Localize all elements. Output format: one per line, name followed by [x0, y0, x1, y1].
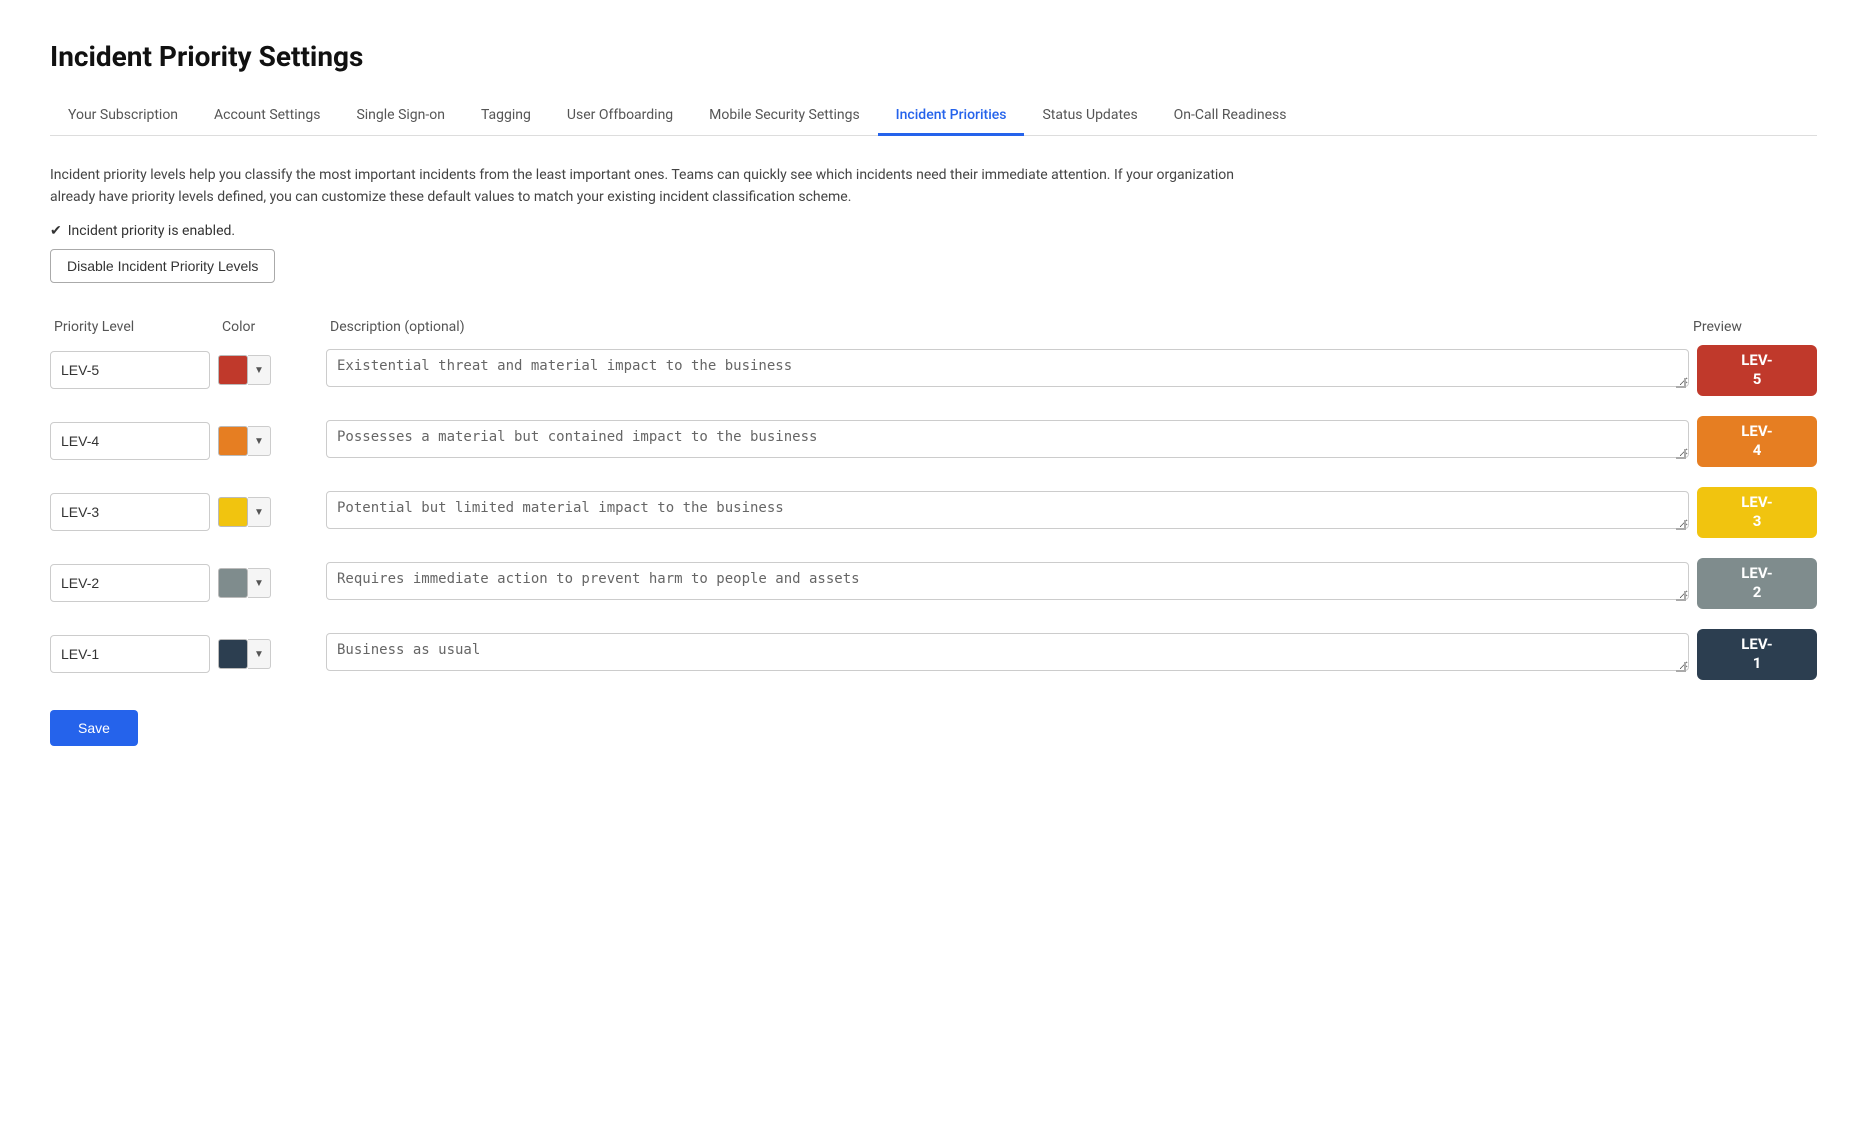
level-input-lev5[interactable] [50, 351, 210, 389]
color-selector-lev3: ▼ [218, 497, 318, 527]
priority-row-lev4: ▼ LEV-4 [50, 416, 1817, 467]
description-input-lev3[interactable] [326, 491, 1689, 529]
col-header-preview: Preview [1693, 319, 1813, 335]
preview-badge-lev5: LEV-5 [1697, 345, 1817, 396]
description-input-lev5[interactable] [326, 349, 1689, 387]
preview-badge-lev1: LEV-1 [1697, 629, 1817, 680]
description-wrapper-lev3 [326, 491, 1689, 533]
col-header-priority: Priority Level [54, 319, 214, 335]
description-input-lev4[interactable] [326, 420, 1689, 458]
color-selector-lev5: ▼ [218, 355, 318, 385]
tab-tagging[interactable]: Tagging [463, 97, 549, 136]
level-input-lev4[interactable] [50, 422, 210, 460]
priority-row-lev1: ▼ LEV-1 [50, 629, 1817, 680]
col-header-description: Description (optional) [330, 319, 1685, 335]
tab-mobile-security-settings[interactable]: Mobile Security Settings [691, 97, 878, 136]
preview-badge-lev4: LEV-4 [1697, 416, 1817, 467]
color-box-lev3[interactable] [218, 497, 248, 527]
description-wrapper-lev4 [326, 420, 1689, 462]
color-selector-lev4: ▼ [218, 426, 318, 456]
save-button[interactable]: Save [50, 710, 138, 746]
priority-row-lev3: ▼ LEV-3 [50, 487, 1817, 538]
description-wrapper-lev5 [326, 349, 1689, 391]
priority-row-lev5: ▼ LEV-5 [50, 345, 1817, 396]
color-box-lev4[interactable] [218, 426, 248, 456]
color-dropdown-lev3[interactable]: ▼ [248, 497, 271, 527]
page-container: Incident Priority Settings Your Subscrip… [0, 0, 1867, 1138]
color-box-lev5[interactable] [218, 355, 248, 385]
enabled-status: ✔ Incident priority is enabled. [50, 223, 1817, 239]
color-box-lev2[interactable] [218, 568, 248, 598]
color-dropdown-lev5[interactable]: ▼ [248, 355, 271, 385]
level-input-lev1[interactable] [50, 635, 210, 673]
color-selector-lev2: ▼ [218, 568, 318, 598]
preview-badge-lev3: LEV-3 [1697, 487, 1817, 538]
priority-rows-container: ▼ LEV-5 ▼ LEV-4 ▼ LEV-3 ▼ LEV-2 ▼ LEV-1 [50, 345, 1817, 680]
tab-your-subscription[interactable]: Your Subscription [50, 97, 196, 136]
color-dropdown-lev2[interactable]: ▼ [248, 568, 271, 598]
table-header: Priority Level Color Description (option… [50, 319, 1817, 335]
tab-on-call-readiness[interactable]: On-Call Readiness [1156, 97, 1305, 136]
priority-row-lev2: ▼ LEV-2 [50, 558, 1817, 609]
tab-account-settings[interactable]: Account Settings [196, 97, 338, 136]
preview-badge-lev2: LEV-2 [1697, 558, 1817, 609]
tab-user-offboarding[interactable]: User Offboarding [549, 97, 691, 136]
enabled-label: Incident priority is enabled. [68, 223, 235, 239]
description-input-lev2[interactable] [326, 562, 1689, 600]
description-text: Incident priority levels help you classi… [50, 164, 1250, 209]
description-wrapper-lev2 [326, 562, 1689, 604]
check-icon: ✔ [50, 223, 62, 239]
page-title: Incident Priority Settings [50, 40, 1817, 73]
tab-single-sign-on[interactable]: Single Sign-on [338, 97, 463, 136]
color-dropdown-lev4[interactable]: ▼ [248, 426, 271, 456]
color-selector-lev1: ▼ [218, 639, 318, 669]
nav-tabs: Your SubscriptionAccount SettingsSingle … [50, 97, 1817, 136]
description-input-lev1[interactable] [326, 633, 1689, 671]
color-box-lev1[interactable] [218, 639, 248, 669]
level-input-lev3[interactable] [50, 493, 210, 531]
color-dropdown-lev1[interactable]: ▼ [248, 639, 271, 669]
disable-button[interactable]: Disable Incident Priority Levels [50, 249, 275, 283]
col-header-color: Color [222, 319, 322, 335]
description-wrapper-lev1 [326, 633, 1689, 675]
tab-status-updates[interactable]: Status Updates [1024, 97, 1155, 136]
tab-incident-priorities[interactable]: Incident Priorities [878, 97, 1025, 136]
level-input-lev2[interactable] [50, 564, 210, 602]
